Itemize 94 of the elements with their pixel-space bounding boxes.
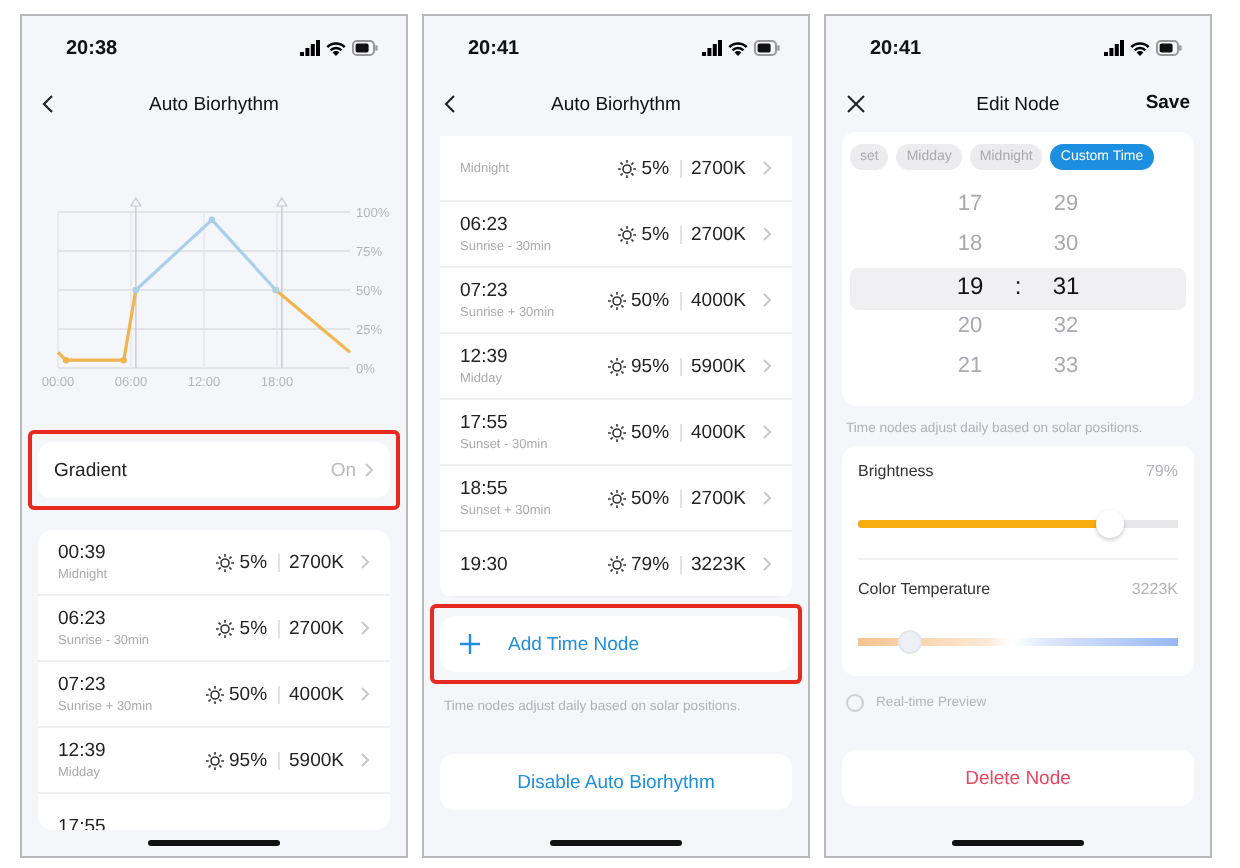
slider-thumb[interactable] — [897, 630, 922, 654]
chart-point — [208, 216, 216, 223]
sun-icon — [607, 357, 625, 375]
chart-point — [120, 357, 127, 364]
signal-icon — [1104, 40, 1124, 56]
node-time: 06:23 — [58, 608, 108, 630]
signal-icon — [702, 40, 722, 56]
slider-reading: 79% — [1145, 462, 1178, 480]
chevron-right-icon — [762, 424, 772, 440]
slider-thumb[interactable] — [1096, 510, 1125, 538]
status-time: 20:41 — [468, 37, 520, 59]
sun-icon — [205, 685, 223, 703]
chevron-right-icon — [762, 292, 772, 308]
home-indicator — [952, 840, 1084, 846]
node-brightness: 5% — [239, 617, 268, 639]
node-temperature: 2700K — [289, 551, 344, 573]
node-temperature: 4000K — [691, 289, 746, 311]
node-time: 19:30 — [460, 553, 510, 575]
sun-icon — [607, 555, 625, 573]
back-icon[interactable] — [42, 94, 54, 114]
sun-icon — [607, 489, 625, 507]
sun-icon — [617, 225, 636, 243]
picker-number[interactable]: 19 — [956, 264, 984, 308]
chevron-right-icon — [762, 556, 772, 572]
wifi-icon — [728, 40, 748, 56]
node-time: 12:39 — [58, 740, 108, 762]
node-brightness: 5% — [641, 157, 670, 179]
sun-icon — [215, 619, 234, 637]
screen-title: Edit Node — [976, 93, 1060, 115]
chevron-right-icon — [360, 620, 370, 636]
sun-icon — [215, 553, 234, 571]
sun-icon — [607, 291, 625, 309]
signal-icon — [300, 40, 320, 56]
node-time: 12:39 — [460, 346, 510, 368]
screen-title: Auto Biorhythm — [551, 93, 681, 115]
home-indicator — [148, 840, 280, 846]
slider-label: Color Temperature — [858, 580, 991, 598]
node-brightness: 50% — [631, 421, 670, 443]
close-icon[interactable] — [846, 94, 866, 114]
sun-icon — [607, 423, 625, 441]
node-temperature: 2700K — [691, 223, 746, 245]
node-time: 18:55 — [460, 478, 510, 500]
screen-title: Auto Biorhythm — [149, 93, 279, 115]
node-brightness: 5% — [239, 551, 268, 573]
slider-reading: 3223K — [1131, 580, 1178, 598]
node-time: 07:23 — [58, 674, 108, 696]
node-brightness: 79% — [631, 553, 670, 575]
radio-button[interactable] — [846, 694, 864, 712]
chevron-right-icon — [360, 752, 370, 768]
node-temperature: 2700K — [691, 487, 746, 509]
chevron-right-icon — [360, 686, 370, 702]
node-temperature: 2700K — [691, 157, 746, 179]
status-time: 20:38 — [66, 37, 118, 59]
chevron-right-icon — [762, 226, 772, 242]
chevron-right-icon — [364, 462, 374, 478]
node-brightness: 5% — [641, 223, 670, 245]
node-brightness: 95% — [631, 355, 670, 377]
node-temperature: 5900K — [289, 749, 344, 771]
battery-icon — [754, 40, 780, 56]
chevron-right-icon — [762, 358, 772, 374]
node-temperature: 4000K — [691, 421, 746, 443]
home-indicator — [550, 840, 682, 846]
node-temperature: 5900K — [691, 355, 746, 377]
wifi-icon — [1130, 40, 1150, 56]
sun-icon — [617, 159, 636, 177]
time-separator: : — [1012, 270, 1024, 304]
node-time: 00:39 — [58, 542, 108, 564]
node-brightness: 50% — [631, 289, 670, 311]
chevron-right-icon — [762, 160, 772, 176]
node-brightness: 95% — [229, 749, 268, 771]
chart-point — [62, 357, 70, 364]
status-time: 20:41 — [870, 37, 922, 59]
wifi-icon — [326, 40, 346, 56]
chevron-right-icon — [762, 490, 772, 506]
battery-icon — [352, 40, 378, 56]
back-icon[interactable] — [444, 94, 456, 114]
slider-label: Brightness — [858, 462, 934, 480]
node-temperature: 4000K — [289, 683, 344, 705]
delete-button[interactable]: Delete Node — [842, 750, 1194, 806]
picker-number[interactable]: 31 — [1052, 264, 1080, 308]
node-brightness: 50% — [631, 487, 670, 509]
gradient-row[interactable]: Gradient On — [38, 442, 390, 498]
save-button[interactable]: Save — [1145, 92, 1190, 114]
node-temperature: 3223K — [691, 553, 746, 575]
battery-icon — [1156, 40, 1182, 56]
node-time: 06:23 — [460, 214, 510, 236]
time-node-row[interactable]: 19:30 79% 3223K — [440, 532, 792, 598]
node-temperature: 2700K — [289, 617, 344, 639]
node-time: 07:23 — [460, 280, 510, 302]
node-time: 17:55 — [460, 412, 510, 434]
plus-icon — [460, 634, 480, 654]
chevron-right-icon — [360, 554, 370, 570]
sun-icon — [205, 751, 223, 769]
node-brightness: 50% — [229, 683, 268, 705]
